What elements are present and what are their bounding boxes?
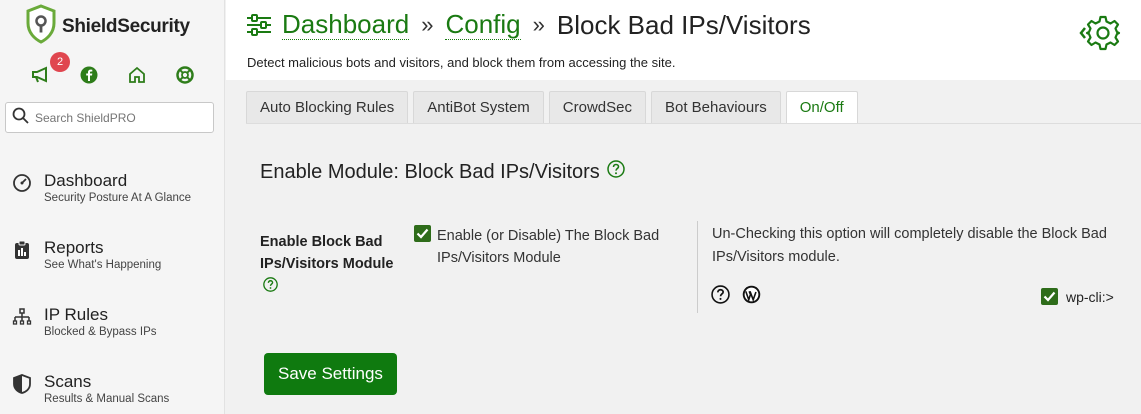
search-icon: [12, 107, 29, 129]
wordpress-icon[interactable]: [742, 285, 761, 309]
support-lifebuoy-icon[interactable]: [174, 64, 196, 86]
tab-panel: Enable Module: Block Bad IPs/Visitors En…: [246, 123, 1141, 414]
option-label: Enable Block Bad IPs/Visitors Module: [260, 231, 400, 297]
help-icon[interactable]: [607, 160, 625, 184]
enable-module-option: Enable (or Disable) The Block Bad IPs/Vi…: [414, 225, 677, 269]
wpcli-option: wp-cli:>: [1041, 288, 1114, 305]
tab-antibot-system[interactable]: AntiBot System: [413, 91, 544, 124]
shield-half-icon: [12, 372, 36, 405]
option-description: Un-Checking this option will completely …: [712, 226, 1107, 265]
clipboard-icon: [12, 238, 36, 271]
breadcrumb: Dashboard » Config » Block Bad IPs/Visit…: [246, 9, 811, 40]
option-help-links: [711, 285, 761, 309]
breadcrumb-separator: »: [421, 11, 434, 37]
tab-bar: Auto Blocking Rules AntiBot System Crowd…: [246, 91, 858, 124]
page-title: Block Bad IPs/Visitors: [556, 9, 811, 40]
option-label-text: Enable Block Bad IPs/Visitors Module: [260, 234, 394, 272]
tab-bot-behaviours[interactable]: Bot Behaviours: [651, 91, 781, 124]
question-circle-icon[interactable]: [711, 285, 730, 309]
sidebar: ShieldSecurity 2 Search ShieldPRO Dashbo…: [0, 0, 225, 414]
sidebar-item-subtitle: Results & Manual Scans: [44, 393, 170, 405]
shield-logo-icon: [26, 4, 56, 49]
app-window: ShieldSecurity 2 Search ShieldPRO Dashbo…: [0, 0, 1141, 414]
sidebar-item-title: Dashboard: [44, 171, 128, 190]
sidebar-item-scans[interactable]: Scans Results & Manual Scans: [12, 372, 169, 405]
megaphone-icon[interactable]: [30, 64, 52, 86]
page-header: Dashboard » Config » Block Bad IPs/Visit…: [226, 0, 1141, 80]
speedometer-icon: [12, 171, 36, 204]
section-heading: Enable Module: Block Bad IPs/Visitors: [260, 160, 625, 184]
search-box[interactable]: [5, 102, 214, 133]
sidebar-item-title: IP Rules: [44, 305, 108, 324]
sidebar-item-subtitle: Blocked & Bypass IPs: [44, 326, 157, 338]
page-subtitle: Detect malicious bots and visitors, and …: [247, 55, 676, 70]
brand-name: ShieldSecurity: [62, 15, 190, 37]
wpcli-checkbox[interactable]: [1041, 288, 1058, 305]
brand-logo[interactable]: ShieldSecurity: [26, 4, 190, 49]
tab-on-off[interactable]: On/Off: [785, 91, 858, 124]
tab-auto-blocking-rules[interactable]: Auto Blocking Rules: [246, 91, 409, 124]
notification-badge: 2: [50, 52, 70, 72]
main-content: Dashboard » Config » Block Bad IPs/Visit…: [226, 0, 1141, 414]
breadcrumb-config-link[interactable]: Config: [445, 9, 521, 40]
sidebar-item-subtitle: See What's Happening: [44, 259, 162, 271]
wpcli-label: wp-cli:>: [1066, 288, 1114, 305]
sidebar-item-title: Scans: [44, 372, 92, 391]
enable-module-checkbox-label[interactable]: Enable (or Disable) The Block Bad IPs/Vi…: [437, 225, 677, 269]
breadcrumb-separator: »: [532, 11, 545, 37]
breadcrumb-dashboard-link[interactable]: Dashboard: [282, 9, 410, 40]
section-title-text: Enable Module: Block Bad IPs/Visitors: [260, 160, 600, 183]
enable-module-checkbox[interactable]: [414, 225, 431, 242]
search-input[interactable]: [35, 110, 195, 125]
sliders-icon: [246, 13, 272, 37]
sidebar-item-ip-rules[interactable]: IP Rules Blocked & Bypass IPs: [12, 305, 157, 338]
sidebar-item-reports[interactable]: Reports See What's Happening: [12, 238, 161, 271]
column-divider: [697, 221, 698, 313]
settings-gear-icon[interactable]: [1079, 13, 1121, 58]
help-icon[interactable]: [263, 277, 278, 292]
save-settings-button[interactable]: Save Settings: [264, 353, 397, 395]
sidebar-item-subtitle: Security Posture At A Glance: [44, 192, 192, 204]
sidebar-item-title: Reports: [44, 238, 104, 257]
tab-crowdsec[interactable]: CrowdSec: [548, 91, 646, 124]
facebook-icon[interactable]: [78, 64, 100, 86]
sidebar-item-dashboard[interactable]: Dashboard Security Posture At A Glance: [12, 171, 191, 204]
network-icon: [12, 305, 36, 338]
home-icon[interactable]: [126, 64, 148, 86]
